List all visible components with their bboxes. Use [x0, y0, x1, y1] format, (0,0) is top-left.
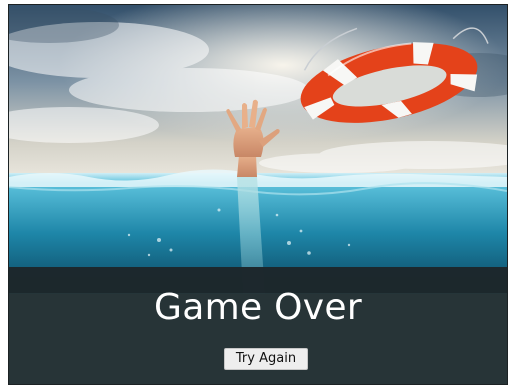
- try-again-button[interactable]: Try Again: [224, 348, 308, 370]
- game-over-title: Game Over: [154, 287, 362, 328]
- game-frame: Game Over Try Again: [8, 4, 508, 385]
- game-over-scene: [9, 5, 507, 294]
